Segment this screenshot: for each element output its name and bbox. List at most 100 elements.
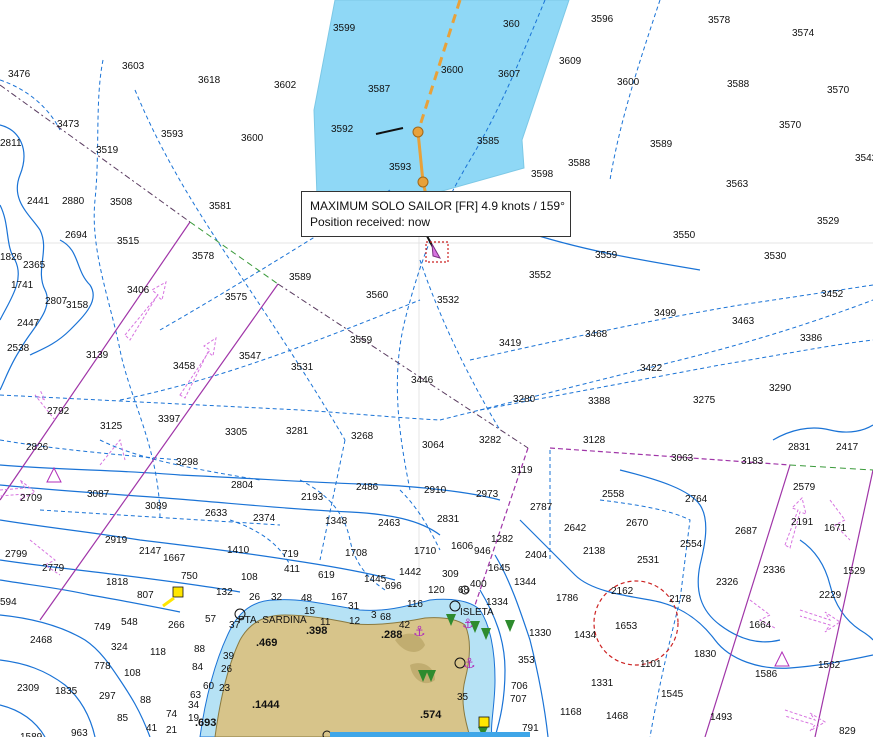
depth-sounding: 2831 [437, 514, 460, 525]
nautical-chart[interactable]: ⚓ ⚓ ⚓ 3599 360 3596 3578 3574 3476 3603 3618 360… [0, 0, 873, 737]
depth-sounding: 3607 [498, 69, 521, 80]
depth-sounding: 1818 [106, 577, 129, 588]
depth-sounding: 324 [111, 642, 128, 653]
depth-sounding: 84 [192, 662, 204, 673]
depth-sounding: 3600 [617, 77, 640, 88]
depth-sounding: 353 [518, 655, 535, 666]
depth-sounding: 2694 [65, 230, 88, 241]
depth-sounding: 2633 [205, 508, 228, 519]
depth-sounding: 548 [121, 617, 138, 628]
depth-sounding: 2178 [669, 594, 692, 605]
depth-sounding: 1493 [710, 712, 733, 723]
depth-sounding: 108 [124, 668, 141, 679]
depth-sounding: 1331 [591, 678, 614, 689]
depth-sounding: 266 [168, 620, 185, 631]
depth-sounding: 88 [140, 695, 152, 706]
depth-sounding: 3552 [529, 270, 552, 281]
depth-sounding: 3388 [588, 396, 611, 407]
depth-sounding: 3600 [441, 65, 464, 76]
depth-sounding: 32 [271, 592, 283, 603]
place-name-pta-sardina: PTA. SARDINA [238, 615, 307, 626]
vessel-name-speed: MAXIMUM SOLO SAILOR [FR] 4.9 knots / 159… [310, 199, 565, 213]
place-name-isleta: ISLETA [460, 607, 494, 618]
spot-height: .469 [256, 637, 277, 649]
depth-sounding: 3563 [726, 179, 749, 190]
depth-sounding: 1741 [11, 280, 34, 291]
depth-sounding: 3386 [800, 333, 823, 344]
depth-sounding: 39 [223, 651, 235, 662]
depth-sounding: 26 [249, 592, 261, 603]
depth-sounding: 2441 [27, 196, 50, 207]
depth-sounding: 118 [150, 647, 166, 658]
depth-sounding: 120 [428, 585, 445, 596]
depth-sounding: 3280 [513, 394, 536, 405]
depth-sounding: 167 [331, 592, 348, 603]
depth-sounding: 3603 [122, 61, 145, 72]
depth-sounding: 946 [474, 546, 491, 557]
depth-sounding: 3064 [422, 440, 445, 451]
depth-sounding: 3 [371, 610, 377, 621]
depth-sounding: 3609 [559, 56, 582, 67]
depth-sounding: 3575 [225, 292, 248, 303]
depth-sounding: 88 [194, 644, 206, 655]
depth-sounding: 2792 [47, 406, 70, 417]
depth-sounding: 3119 [511, 465, 533, 476]
depth-sounding: 2468 [30, 635, 53, 646]
depth-sounding: 3574 [792, 28, 815, 39]
depth-sounding: 2799 [5, 549, 28, 560]
depth-sounding: 31 [348, 601, 360, 612]
depth-sounding: 3592 [331, 124, 354, 135]
spot-height: .574 [420, 709, 442, 721]
depth-sounding: 3158 [66, 300, 89, 311]
depth-sounding: 1589 [20, 732, 43, 737]
depth-sounding: 3602 [274, 80, 297, 91]
depth-sounding: 3298 [176, 457, 199, 468]
depth-sounding: 1410 [227, 545, 250, 556]
depth-sounding: 3463 [732, 316, 755, 327]
depth-sounding: 2404 [525, 550, 548, 561]
depth-sounding: 619 [318, 570, 335, 581]
depth-sounding: 2787 [530, 502, 553, 513]
depth-sounding: 1562 [818, 660, 841, 671]
depth-sounding: 707 [510, 694, 527, 705]
depth-sounding: 1708 [345, 548, 368, 559]
svg-text:⚓: ⚓ [463, 656, 476, 672]
depth-sounding: 3128 [583, 435, 606, 446]
depth-sounding: 750 [181, 571, 198, 582]
depth-sounding: 12 [349, 616, 361, 627]
depth-sounding: 360 [503, 19, 520, 30]
depth-sounding: 3598 [531, 169, 554, 180]
depth-sounding: 1826 [0, 252, 23, 263]
depth-sounding: 3581 [209, 201, 232, 212]
depth-sounding: 594 [0, 597, 17, 608]
depth-sounding: 2709 [20, 493, 43, 504]
depth-sounding: 2138 [583, 546, 606, 557]
depth-sounding: 1653 [615, 621, 638, 632]
depth-sounding: 3596 [591, 14, 614, 25]
depth-sounding: 3125 [100, 421, 123, 432]
depth-sounding: 1586 [755, 669, 778, 680]
depth-sounding: 2779 [42, 563, 65, 574]
depth-sounding: 829 [839, 726, 856, 737]
bottom-panel-edge[interactable] [330, 732, 530, 737]
depth-sounding: 2579 [793, 482, 816, 493]
depth-sounding: 2807 [45, 296, 68, 307]
spot-height: .398 [306, 625, 327, 637]
depth-sounding: 749 [94, 622, 111, 633]
depth-sounding: 2229 [819, 590, 842, 601]
depth-sounding: 1442 [399, 567, 422, 578]
svg-text:⚓: ⚓ [413, 624, 426, 640]
depth-sounding: 2804 [231, 480, 254, 491]
depth-sounding: 3588 [727, 79, 750, 90]
depth-sounding: 23 [219, 683, 231, 694]
depth-sounding: 1344 [514, 577, 537, 588]
depth-sounding: 1830 [694, 649, 717, 660]
chart-canvas[interactable]: ⚓ ⚓ ⚓ 3599 360 3596 35783574347636033618 360… [0, 0, 873, 737]
depth-sounding: 2531 [637, 555, 660, 566]
depth-sounding: 3508 [110, 197, 133, 208]
spot-height: .1444 [252, 699, 280, 711]
depth-sounding: 3446 [411, 375, 434, 386]
depth-sounding: 3530 [764, 251, 787, 262]
depth-sounding: 3542 [855, 153, 873, 164]
depth-sounding: 3305 [225, 427, 248, 438]
